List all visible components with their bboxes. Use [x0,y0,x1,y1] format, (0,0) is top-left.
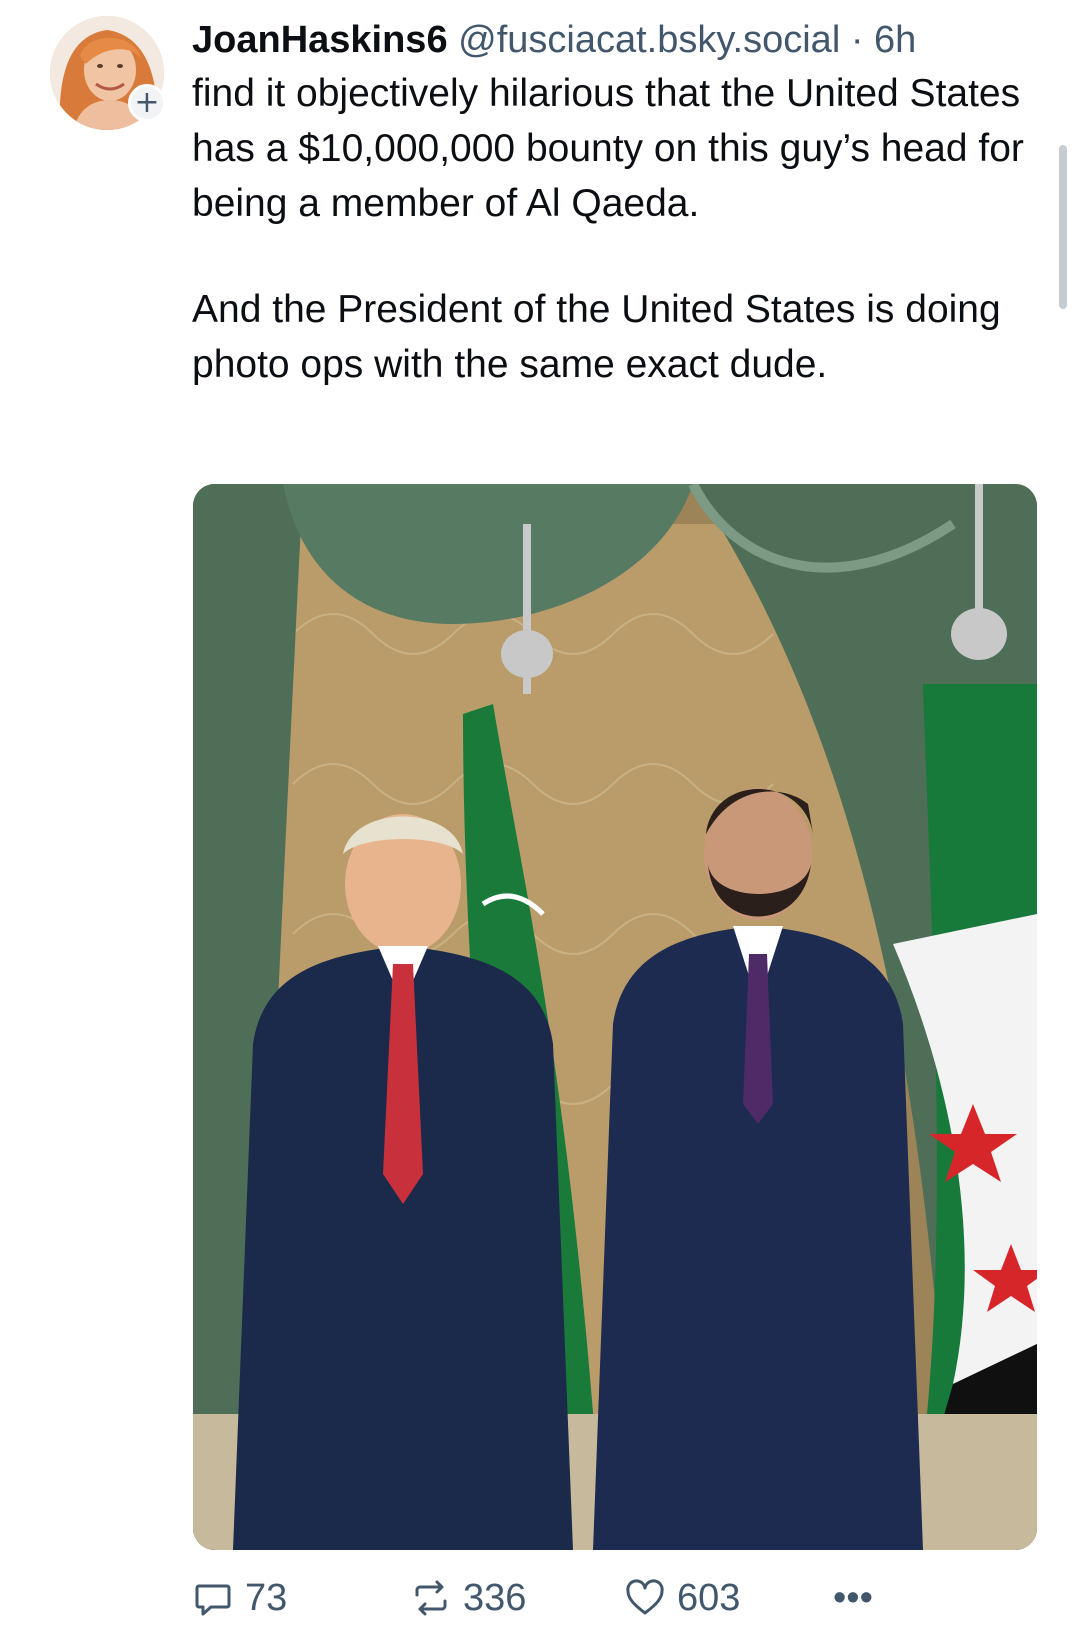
photo-illustration [193,484,1037,1550]
meta-separator: · [850,19,864,61]
post-actions: 73 336 603 ••• [193,1572,1033,1624]
more-options-icon: ••• [833,1576,873,1619]
author-handle[interactable]: @fusciacat.bsky.social [458,19,840,61]
post-card[interactable]: + JoanHaskins6 @fusciacat.bsky.social · … [0,0,1080,1625]
author-avatar-wrapper[interactable]: + [50,16,166,130]
like-count: 603 [677,1576,741,1619]
post-timestamp[interactable]: 6h [874,19,916,61]
like-button[interactable]: 603 [625,1572,740,1624]
follow-plus-icon[interactable]: + [128,84,166,122]
repost-icon [411,1578,451,1618]
scrollbar[interactable] [1059,145,1067,309]
repost-count: 336 [463,1576,527,1619]
heart-icon [625,1578,665,1618]
post-text-paragraph-1: find it objectively hilarious that the U… [192,72,1024,225]
more-options-button[interactable]: ••• [833,1572,873,1624]
post-content: JoanHaskins6 @fusciacat.bsky.social · 6h… [192,14,1032,392]
post-text: find it objectively hilarious that the U… [192,66,1032,392]
reply-count: 73 [245,1576,288,1619]
post-header: JoanHaskins6 @fusciacat.bsky.social · 6h [192,14,1032,66]
post-text-paragraph-2: And the President of the United States i… [192,288,1001,386]
post-image[interactable] [193,484,1037,1550]
reply-icon [193,1578,233,1618]
repost-button[interactable]: 336 [411,1572,526,1624]
author-display-name[interactable]: JoanHaskins6 [192,19,448,61]
reply-button[interactable]: 73 [193,1572,287,1624]
